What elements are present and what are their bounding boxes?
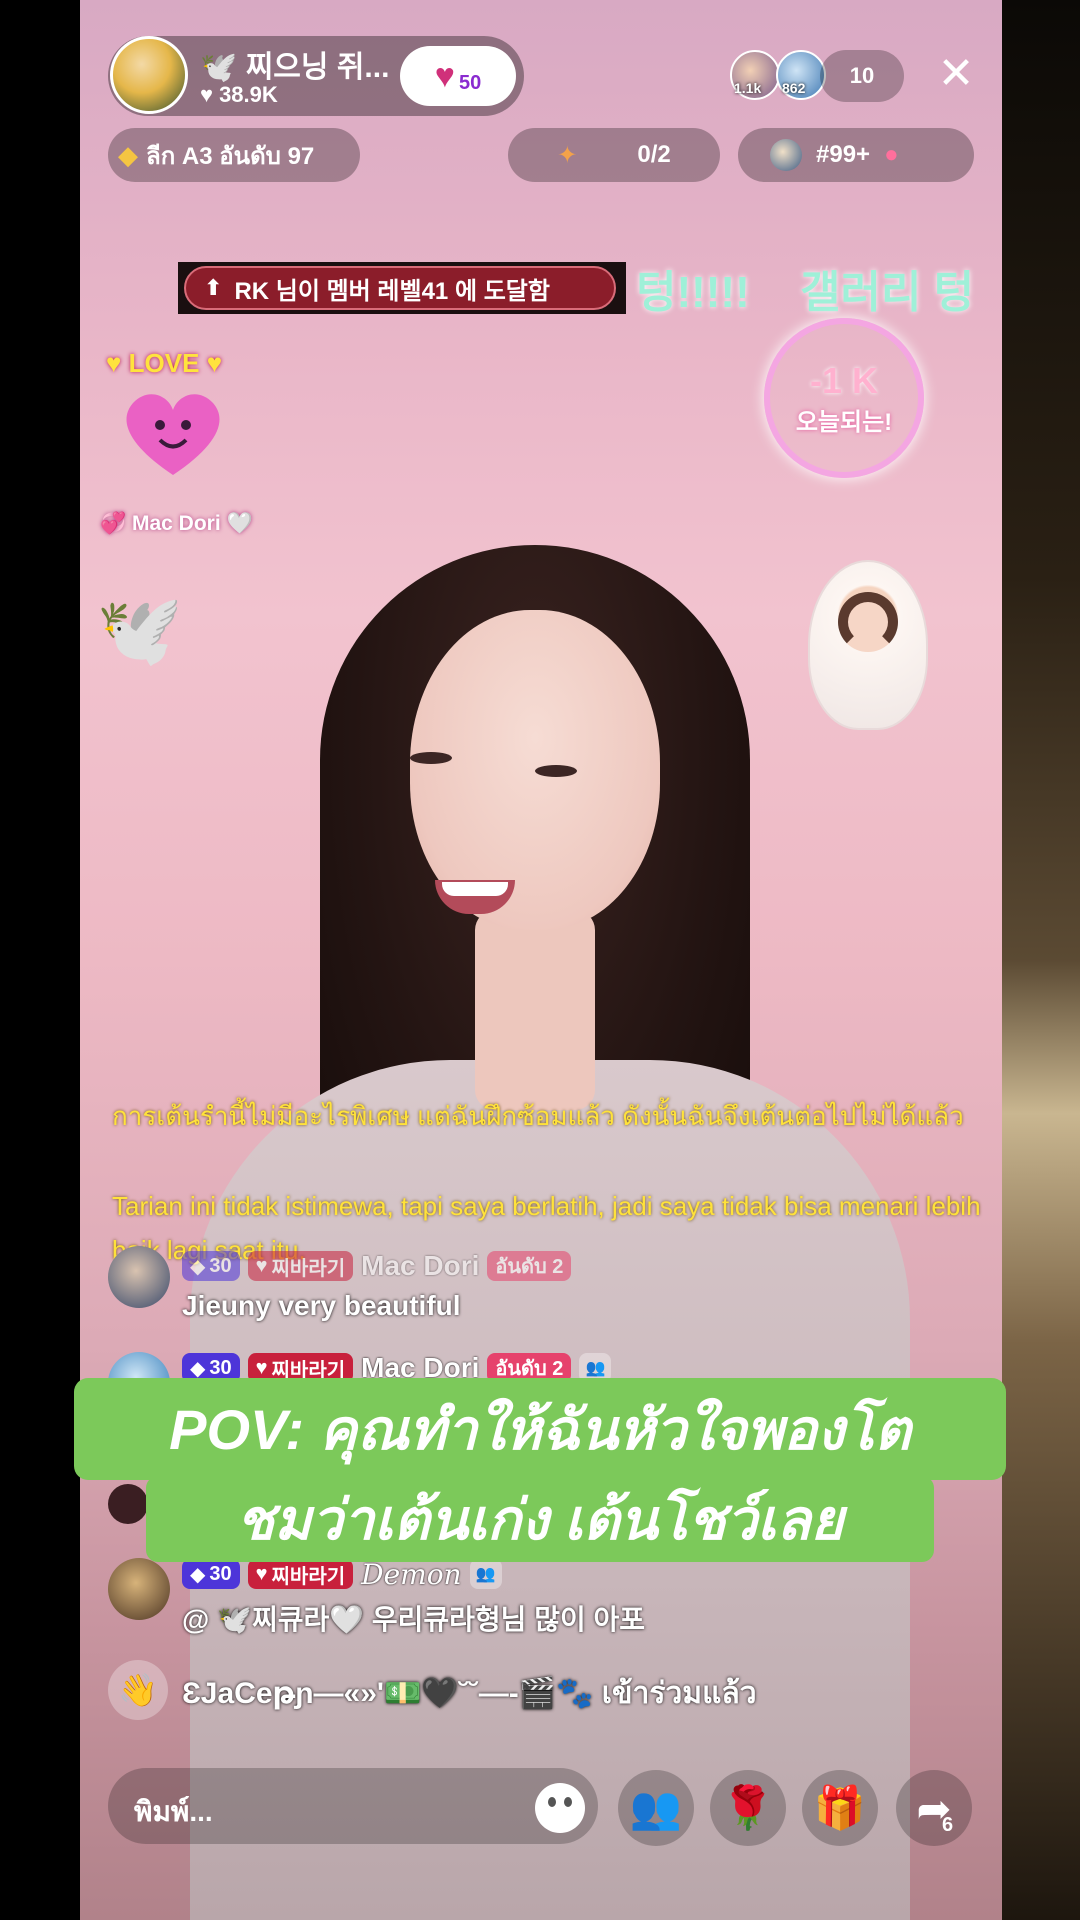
- heart-icon: ♥: [200, 82, 214, 107]
- diamond-icon: ◆: [118, 139, 138, 170]
- level-badge: ◆ 30: [182, 1251, 240, 1281]
- streamer-eye-left: [410, 752, 452, 764]
- chat-avatar[interactable]: [108, 1246, 170, 1308]
- streamer-teeth: [442, 882, 508, 896]
- follow-button[interactable]: ♥ 50: [400, 46, 516, 106]
- gift-sender-label: 💞 Mac Dori 🤍: [100, 512, 253, 535]
- chat-message: @ 🕊️찌큐라🤍 우리큐라형님 많이 아포: [182, 1604, 646, 1635]
- smiley-icon: [535, 1783, 585, 1833]
- love-heart-sticker: [126, 394, 220, 475]
- guest-button[interactable]: 👥: [618, 1770, 694, 1846]
- top-viewer-score-2: 862: [782, 80, 806, 96]
- member-level-banner: ⬆ RK 님이 멤버 레벨41 에 도달함: [184, 266, 616, 310]
- host-likes: ♥ 38.9K: [200, 82, 278, 108]
- top-viewer-score-1: 1.1k: [734, 80, 762, 96]
- quest-pill[interactable]: ✦ 0/2: [508, 128, 720, 182]
- share-count: 6: [942, 1814, 954, 1836]
- rank-badge: อันดับ 2: [487, 1251, 572, 1281]
- fan-badge: ♥ 찌바라기: [247, 1559, 354, 1589]
- ranking-avatar: [770, 139, 802, 171]
- close-icon[interactable]: ✕: [930, 48, 982, 100]
- chat-row-badges: ◆ 30 ♥ 찌바라기 Mac Dori อันดับ 2: [182, 1250, 572, 1282]
- goal-ring-label: 오늘되는!: [795, 408, 893, 436]
- host-likes-value: 38.9K: [219, 82, 278, 107]
- wave-hand-icon[interactable]: 👋: [108, 1660, 168, 1720]
- rose-icon: 🌹: [721, 1783, 775, 1831]
- chat-avatar[interactable]: [108, 1558, 170, 1620]
- letterbox-right: [1002, 0, 1080, 1920]
- dove-icon: 🕊️: [96, 591, 184, 669]
- ranking-pill[interactable]: #99+ ●: [738, 128, 974, 182]
- league-pill[interactable]: ◆ ลีก A3 อันดับ 97: [108, 128, 360, 182]
- streamer-eye-right: [535, 765, 577, 777]
- group-icon: 👥: [469, 1559, 502, 1589]
- doll-face: [838, 592, 898, 652]
- emoji-button[interactable]: [522, 1770, 598, 1846]
- comment-placeholder: พิมพ์...: [134, 1796, 213, 1827]
- people-icon: 👥: [629, 1783, 683, 1831]
- letterbox-left: [0, 0, 80, 1920]
- level-badge: ◆ 30: [182, 1559, 240, 1589]
- chat-username[interactable]: Mac Dori: [361, 1250, 479, 1282]
- host-name[interactable]: 🕊️ 찌으닝 쥐...: [200, 42, 389, 86]
- rose-gift-button[interactable]: 🌹: [710, 1770, 786, 1846]
- scrolling-text-left: 텅!!!!!: [636, 268, 750, 317]
- quest-icon: ✦: [557, 141, 578, 169]
- scrolling-text-right: 갤러리 텅: [800, 268, 975, 317]
- pov-overlay-line2: ชมว่าเต้นเก่ง เต้นโชว์เลย: [146, 1476, 934, 1562]
- goal-ring-value: -1 K: [809, 359, 878, 401]
- fan-heart-icon: ♥: [434, 56, 455, 95]
- goal-ring: -1 K 오늘되는!: [764, 318, 924, 478]
- chat-message: Jieuny very beautiful: [182, 1290, 461, 1321]
- ranking-label: #99+: [816, 141, 871, 168]
- candy-icon: ●: [884, 141, 899, 168]
- league-text: ลีก A3 อันดับ 97: [146, 142, 315, 170]
- host-avatar[interactable]: [110, 36, 188, 114]
- streamer-neck: [475, 910, 595, 1110]
- pov-overlay-line1: POV: คุณทำให้ฉันหัวใจพองโต: [74, 1378, 1006, 1480]
- viewer-count-button[interactable]: 10: [820, 50, 904, 102]
- chat-avatar[interactable]: [108, 1484, 148, 1524]
- quest-progress: 0/2: [637, 141, 671, 168]
- join-notification: ƐJaCeթɲ—«»'💵🖤˘˘—-🎬🐾 เข้าร่วมแล้ว: [182, 1677, 757, 1710]
- fan-club-count: 50: [458, 71, 482, 94]
- gift-button[interactable]: 🎁: [802, 1770, 878, 1846]
- banner-text: RK 님이 멤버 레벨41 에 도달함: [234, 277, 550, 305]
- caption-thai: การเต้นรำนี้ไม่มีอะไรพิเศษ แต่ฉันฝึกซ้อม…: [112, 1101, 964, 1131]
- fan-badge: ♥ 찌바라기: [247, 1251, 354, 1281]
- level-up-arrow-icon: ⬆: [204, 275, 223, 300]
- gift-icon: 🎁: [813, 1783, 867, 1831]
- share-button[interactable]: ➦: [896, 1770, 972, 1846]
- love-sticker-label: ♥ LOVE ♥: [106, 348, 223, 378]
